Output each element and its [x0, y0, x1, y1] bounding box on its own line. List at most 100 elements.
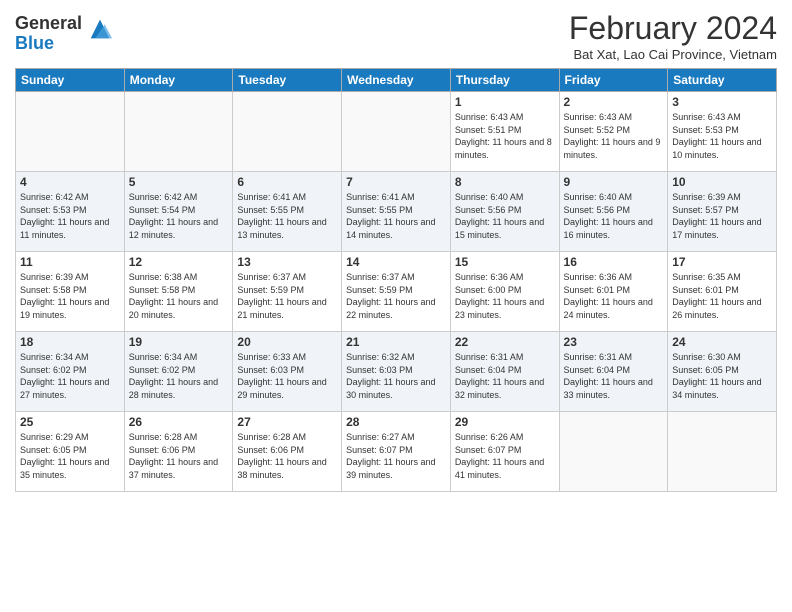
day-info: Sunrise: 6:38 AMSunset: 5:58 PMDaylight:… — [129, 271, 229, 321]
calendar-cell: 21 Sunrise: 6:32 AMSunset: 6:03 PMDayligh… — [342, 332, 451, 412]
calendar-cell: 26 Sunrise: 6:28 AMSunset: 6:06 PMDayligh… — [124, 412, 233, 492]
day-number: 26 — [129, 415, 229, 429]
calendar-cell: 18 Sunrise: 6:34 AMSunset: 6:02 PMDayligh… — [16, 332, 125, 412]
day-info: Sunrise: 6:40 AMSunset: 5:56 PMDaylight:… — [455, 191, 555, 241]
calendar-cell: 19Sunrise: 6:34 AMSunset: 6:02 PMDayligh… — [124, 332, 233, 412]
day-number: 17 — [672, 255, 772, 269]
calendar-cell: 5 Sunrise: 6:42 AMSunset: 5:54 PMDaylight… — [124, 172, 233, 252]
day-info: Sunrise: 6:39 AMSunset: 5:58 PMDaylight:… — [20, 271, 120, 321]
calendar-cell: 7 Sunrise: 6:41 AMSunset: 5:55 PMDaylight… — [342, 172, 451, 252]
day-number: 16 — [564, 255, 664, 269]
day-info: Sunrise: 6:43 AMSunset: 5:52 PMDaylight:… — [564, 111, 664, 161]
calendar-cell: 2Sunrise: 6:43 AMSunset: 5:52 PMDaylight… — [559, 92, 668, 172]
calendar-cell: 27 Sunrise: 6:28 AMSunset: 6:06 PMDayligh… — [233, 412, 342, 492]
month-title: February 2024 — [569, 10, 777, 47]
day-number: 28 — [346, 415, 446, 429]
calendar-cell: 15 Sunrise: 6:36 AMSunset: 6:00 PMDayligh… — [450, 252, 559, 332]
calendar-cell: 4 Sunrise: 6:42 AMSunset: 5:53 PMDaylight… — [16, 172, 125, 252]
calendar-cell: 23Sunrise: 6:31 AMSunset: 6:04 PMDayligh… — [559, 332, 668, 412]
day-number: 6 — [237, 175, 337, 189]
calendar-cell: 14 Sunrise: 6:37 AMSunset: 5:59 PMDayligh… — [342, 252, 451, 332]
day-number: 14 — [346, 255, 446, 269]
calendar-cell: 9Sunrise: 6:40 AMSunset: 5:56 PMDaylight… — [559, 172, 668, 252]
logo-icon — [86, 15, 114, 43]
day-info: Sunrise: 6:27 AMSunset: 6:07 PMDaylight:… — [346, 431, 446, 481]
calendar-cell: 17 Sunrise: 6:35 AMSunset: 6:01 PMDayligh… — [668, 252, 777, 332]
location: Bat Xat, Lao Cai Province, Vietnam — [569, 47, 777, 62]
calendar-header-row: SundayMondayTuesdayWednesdayThursdayFrid… — [16, 69, 777, 92]
calendar-week-row: 25 Sunrise: 6:29 AMSunset: 6:05 PMDayligh… — [16, 412, 777, 492]
day-info: Sunrise: 6:41 AMSunset: 5:55 PMDaylight:… — [237, 191, 337, 241]
day-number: 25 — [20, 415, 120, 429]
day-info: Sunrise: 6:30 AMSunset: 6:05 PMDaylight:… — [672, 351, 772, 401]
day-number: 27 — [237, 415, 337, 429]
day-number: 19 — [129, 335, 229, 349]
calendar-cell: 28 Sunrise: 6:27 AMSunset: 6:07 PMDayligh… — [342, 412, 451, 492]
day-number: 21 — [346, 335, 446, 349]
calendar-cell: 24Sunrise: 6:30 AMSunset: 6:05 PMDayligh… — [668, 332, 777, 412]
calendar-cell: 3Sunrise: 6:43 AMSunset: 5:53 PMDaylight… — [668, 92, 777, 172]
calendar-week-row: 18 Sunrise: 6:34 AMSunset: 6:02 PMDayligh… — [16, 332, 777, 412]
header-right: February 2024 Bat Xat, Lao Cai Province,… — [569, 10, 777, 62]
day-info: Sunrise: 6:40 AMSunset: 5:56 PMDaylight:… — [564, 191, 664, 241]
day-number: 3 — [672, 95, 772, 109]
page: General Blue February 2024 Bat Xat, Lao … — [0, 0, 792, 612]
day-number: 22 — [455, 335, 555, 349]
day-info: Sunrise: 6:39 AMSunset: 5:57 PMDaylight:… — [672, 191, 772, 241]
calendar-header-wednesday: Wednesday — [342, 69, 451, 92]
day-info: Sunrise: 6:31 AMSunset: 6:04 PMDaylight:… — [455, 351, 555, 401]
day-info: Sunrise: 6:28 AMSunset: 6:06 PMDaylight:… — [237, 431, 337, 481]
day-info: Sunrise: 6:42 AMSunset: 5:53 PMDaylight:… — [20, 191, 120, 241]
day-number: 29 — [455, 415, 555, 429]
day-info: Sunrise: 6:29 AMSunset: 6:05 PMDaylight:… — [20, 431, 120, 481]
calendar-week-row: 11 Sunrise: 6:39 AMSunset: 5:58 PMDayligh… — [16, 252, 777, 332]
calendar-cell: 29Sunrise: 6:26 AMSunset: 6:07 PMDayligh… — [450, 412, 559, 492]
calendar-header-saturday: Saturday — [668, 69, 777, 92]
day-number: 7 — [346, 175, 446, 189]
logo-blue: Blue — [15, 34, 82, 54]
calendar-cell: 16Sunrise: 6:36 AMSunset: 6:01 PMDayligh… — [559, 252, 668, 332]
calendar-header-monday: Monday — [124, 69, 233, 92]
calendar-cell — [233, 92, 342, 172]
calendar-cell: 20 Sunrise: 6:33 AMSunset: 6:03 PMDayligh… — [233, 332, 342, 412]
day-number: 1 — [455, 95, 555, 109]
calendar: SundayMondayTuesdayWednesdayThursdayFrid… — [15, 68, 777, 492]
day-info: Sunrise: 6:43 AMSunset: 5:51 PMDaylight:… — [455, 111, 555, 161]
day-number: 5 — [129, 175, 229, 189]
header: General Blue February 2024 Bat Xat, Lao … — [15, 10, 777, 62]
calendar-cell — [124, 92, 233, 172]
calendar-week-row: 1 Sunrise: 6:43 AMSunset: 5:51 PMDaylight… — [16, 92, 777, 172]
calendar-cell: 12 Sunrise: 6:38 AMSunset: 5:58 PMDayligh… — [124, 252, 233, 332]
logo: General Blue — [15, 14, 114, 54]
day-info: Sunrise: 6:41 AMSunset: 5:55 PMDaylight:… — [346, 191, 446, 241]
day-number: 20 — [237, 335, 337, 349]
calendar-cell — [668, 412, 777, 492]
day-number: 13 — [237, 255, 337, 269]
calendar-cell: 25 Sunrise: 6:29 AMSunset: 6:05 PMDayligh… — [16, 412, 125, 492]
day-info: Sunrise: 6:33 AMSunset: 6:03 PMDaylight:… — [237, 351, 337, 401]
day-number: 4 — [20, 175, 120, 189]
day-info: Sunrise: 6:28 AMSunset: 6:06 PMDaylight:… — [129, 431, 229, 481]
day-number: 18 — [20, 335, 120, 349]
day-number: 15 — [455, 255, 555, 269]
calendar-header-sunday: Sunday — [16, 69, 125, 92]
calendar-header-tuesday: Tuesday — [233, 69, 342, 92]
day-info: Sunrise: 6:37 AMSunset: 5:59 PMDaylight:… — [237, 271, 337, 321]
calendar-cell — [559, 412, 668, 492]
calendar-cell: 11 Sunrise: 6:39 AMSunset: 5:58 PMDayligh… — [16, 252, 125, 332]
day-number: 8 — [455, 175, 555, 189]
day-info: Sunrise: 6:34 AMSunset: 6:02 PMDaylight:… — [20, 351, 120, 401]
calendar-cell: 22 Sunrise: 6:31 AMSunset: 6:04 PMDayligh… — [450, 332, 559, 412]
calendar-cell: 10Sunrise: 6:39 AMSunset: 5:57 PMDayligh… — [668, 172, 777, 252]
day-info: Sunrise: 6:36 AMSunset: 6:00 PMDaylight:… — [455, 271, 555, 321]
calendar-cell: 6 Sunrise: 6:41 AMSunset: 5:55 PMDaylight… — [233, 172, 342, 252]
day-info: Sunrise: 6:37 AMSunset: 5:59 PMDaylight:… — [346, 271, 446, 321]
day-number: 12 — [129, 255, 229, 269]
day-info: Sunrise: 6:35 AMSunset: 6:01 PMDaylight:… — [672, 271, 772, 321]
calendar-week-row: 4 Sunrise: 6:42 AMSunset: 5:53 PMDaylight… — [16, 172, 777, 252]
day-info: Sunrise: 6:32 AMSunset: 6:03 PMDaylight:… — [346, 351, 446, 401]
logo-general: General — [15, 14, 82, 34]
day-number: 11 — [20, 255, 120, 269]
calendar-header-friday: Friday — [559, 69, 668, 92]
day-info: Sunrise: 6:42 AMSunset: 5:54 PMDaylight:… — [129, 191, 229, 241]
